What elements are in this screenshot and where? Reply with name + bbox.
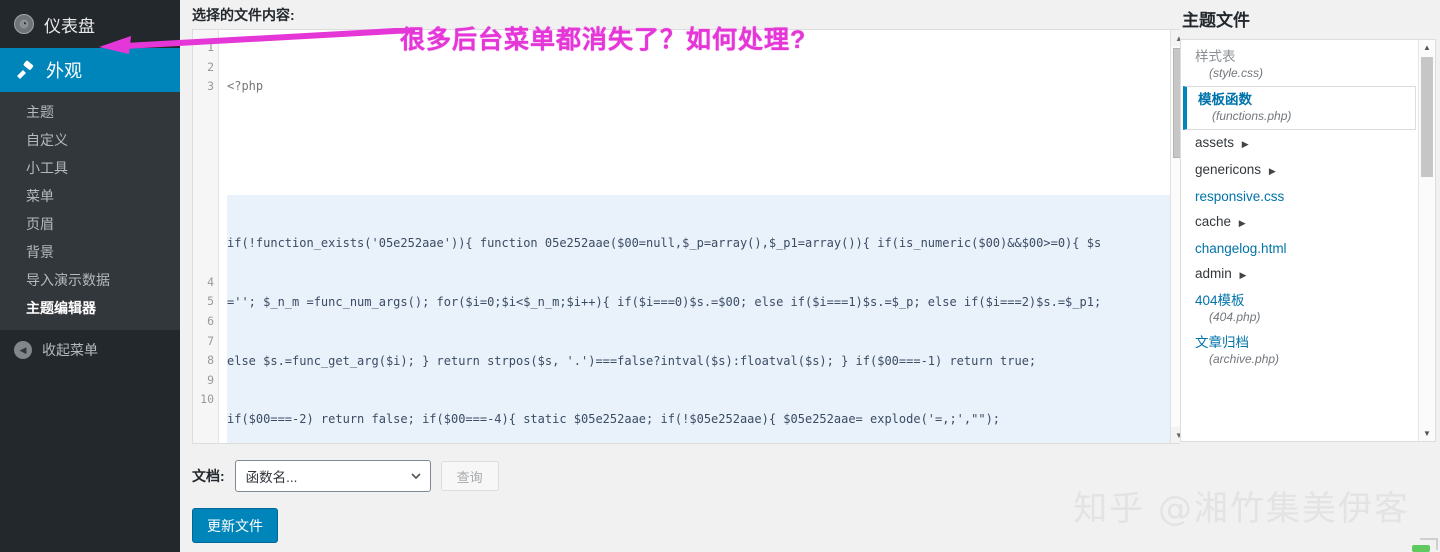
folder-name: assets [1195,135,1235,150]
sidebar-item-appearance-label: 外观 [46,61,82,81]
file-name: responsive.css [1195,189,1285,204]
theme-files-title: 主题文件 [1182,11,1250,30]
annotation-question: 很多后台菜单都消失了？如何处理? [400,26,807,54]
chevron-down-icon [411,473,421,479]
line-number: 3 [207,79,214,94]
file-item-responsive-css[interactable]: responsive.css [1181,184,1418,209]
function-name-select[interactable]: 函数名... [234,460,431,492]
line-number-gutter: 1 2 3 4 5 6 7 8 9 10 [193,30,219,443]
code-text-area[interactable]: <?php if(!function_exists('05e252aae')){… [219,30,1187,443]
scroll-up-icon[interactable]: ▲ [1419,40,1435,55]
folder-name: genericons [1195,162,1262,177]
line-number: 2 [207,59,214,74]
theme-files-scrollbar[interactable]: ▲ ▼ [1418,40,1435,441]
file-sub: (functions.php) [1212,109,1292,123]
line-number: 6 [207,313,214,328]
chevron-right-icon: ▶ [1238,218,1246,228]
theme-files-list-box: 样式表 (style.css) 模板函数 (functions.php) ass… [1180,39,1436,442]
code-selected-block: if(!function_exists('05e252aae')){ funct… [227,194,1177,443]
sidebar-item-import-demo[interactable]: 导入演示数据 [0,266,180,294]
sidebar-item-header[interactable]: 页眉 [0,210,180,238]
file-sub: (archive.php) [1209,352,1280,366]
sidebar-item-background[interactable]: 背景 [0,238,180,266]
main-content: 选择的文件内容: 1 2 3 4 5 6 7 8 9 10 <?php if(!… [180,0,1188,552]
file-sub: (404.php) [1209,310,1261,324]
sidebar-collapse-menu[interactable]: ◀ 收起菜单 [0,330,180,370]
sidebar-collapse-label: 收起菜单 [42,342,98,358]
documentation-label: 文档: [192,468,225,484]
chevron-right-icon: ▶ [1268,166,1276,176]
folder-item-assets[interactable]: assets ▶ [1181,130,1418,157]
line-number: 7 [207,333,214,348]
function-name-select-value: 函数名... [245,470,298,485]
editor-controls: 文档: 函数名... 查询 更新文件 [192,444,1180,543]
brush-icon [14,60,36,80]
chevron-right-icon: ▶ [1239,270,1247,280]
line-number: 8 [207,353,214,368]
documentation-row: 文档: 函数名... 查询 [192,460,1180,492]
sidebar-item-menus[interactable]: 菜单 [0,182,180,210]
folder-name: admin [1195,266,1232,281]
annotation-arrow-icon [99,28,415,54]
code-line: else $s.=func_get_arg($i); } return strp… [227,353,1037,368]
theme-files-panel: 主题文件 样式表 (style.css) 模板函数 (functions.php… [1180,0,1440,552]
sidebar-item-appearance[interactable]: 外观 [0,48,180,92]
sidebar-item-dashboard-label: 仪表盘 [44,16,95,36]
theme-files-list: 样式表 (style.css) 模板函数 (functions.php) ass… [1181,40,1418,441]
file-name: 404模板 [1195,293,1245,308]
app-window: ◔ 仪表盘 外观 主题 自定义 小工具 菜单 页眉 背景 导入演示数据 主题编辑… [0,0,1440,552]
line-number: 4 [207,274,214,289]
line-number: 9 [207,372,214,387]
watermark: 知乎 @湘竹集美伊客 [1073,489,1410,529]
update-file-button[interactable]: 更新文件 [192,508,278,543]
theme-files-scrollbar-thumb[interactable] [1421,57,1433,177]
folder-item-cache[interactable]: cache ▶ [1181,209,1418,236]
sidebar-item-themes[interactable]: 主题 [0,98,180,126]
file-item-changelog-html[interactable]: changelog.html [1181,236,1418,261]
chevron-right-icon: ▶ [1241,139,1249,149]
file-name: 文章归档 [1195,335,1249,350]
sidebar-submenu: 主题 自定义 小工具 菜单 页眉 背景 导入演示数据 主题编辑器 [0,92,180,330]
folder-name: cache [1195,214,1232,229]
file-name: 样式表 [1195,49,1236,64]
corner-badge-icon [1412,538,1438,552]
line-number: 10 [200,392,214,407]
file-item-archive-php[interactable]: 文章归档 (archive.php) [1181,330,1418,372]
code-line: if($00===-2) return false; if($00===-4){… [227,412,1001,427]
scroll-down-icon[interactable]: ▼ [1419,426,1435,441]
folder-item-admin[interactable]: admin ▶ [1181,261,1418,288]
file-item-404-php[interactable]: 404模板 (404.php) [1181,288,1418,330]
file-name: changelog.html [1195,241,1287,256]
code-line: if(!function_exists('05e252aae')){ funct… [227,235,1102,250]
line-number: 5 [207,294,214,309]
file-item-functions-php[interactable]: 模板函数 (functions.php) [1183,86,1416,130]
sidebar-filler [0,415,180,552]
sidebar-item-theme-editor[interactable]: 主题编辑器 [0,294,180,322]
admin-sidebar: ◔ 仪表盘 外观 主题 自定义 小工具 菜单 页眉 背景 导入演示数据 主题编辑… [0,0,180,552]
code-line: =''; $_n_m =func_num_args(); for($i=0;$i… [227,294,1102,309]
folder-item-genericons[interactable]: genericons ▶ [1181,157,1418,184]
dashboard-icon: ◔ [14,14,34,34]
code-editor[interactable]: 1 2 3 4 5 6 7 8 9 10 <?php if(!function_… [192,29,1188,444]
file-item-style-css[interactable]: 样式表 (style.css) [1181,44,1418,86]
collapse-arrow-icon: ◀ [14,341,32,359]
sidebar-item-widgets[interactable]: 小工具 [0,154,180,182]
file-sub: (style.css) [1209,66,1263,80]
sidebar-item-customize[interactable]: 自定义 [0,126,180,154]
query-button[interactable]: 查询 [440,461,499,491]
file-name: 模板函数 [1198,92,1252,107]
code-line: <?php [227,79,264,94]
